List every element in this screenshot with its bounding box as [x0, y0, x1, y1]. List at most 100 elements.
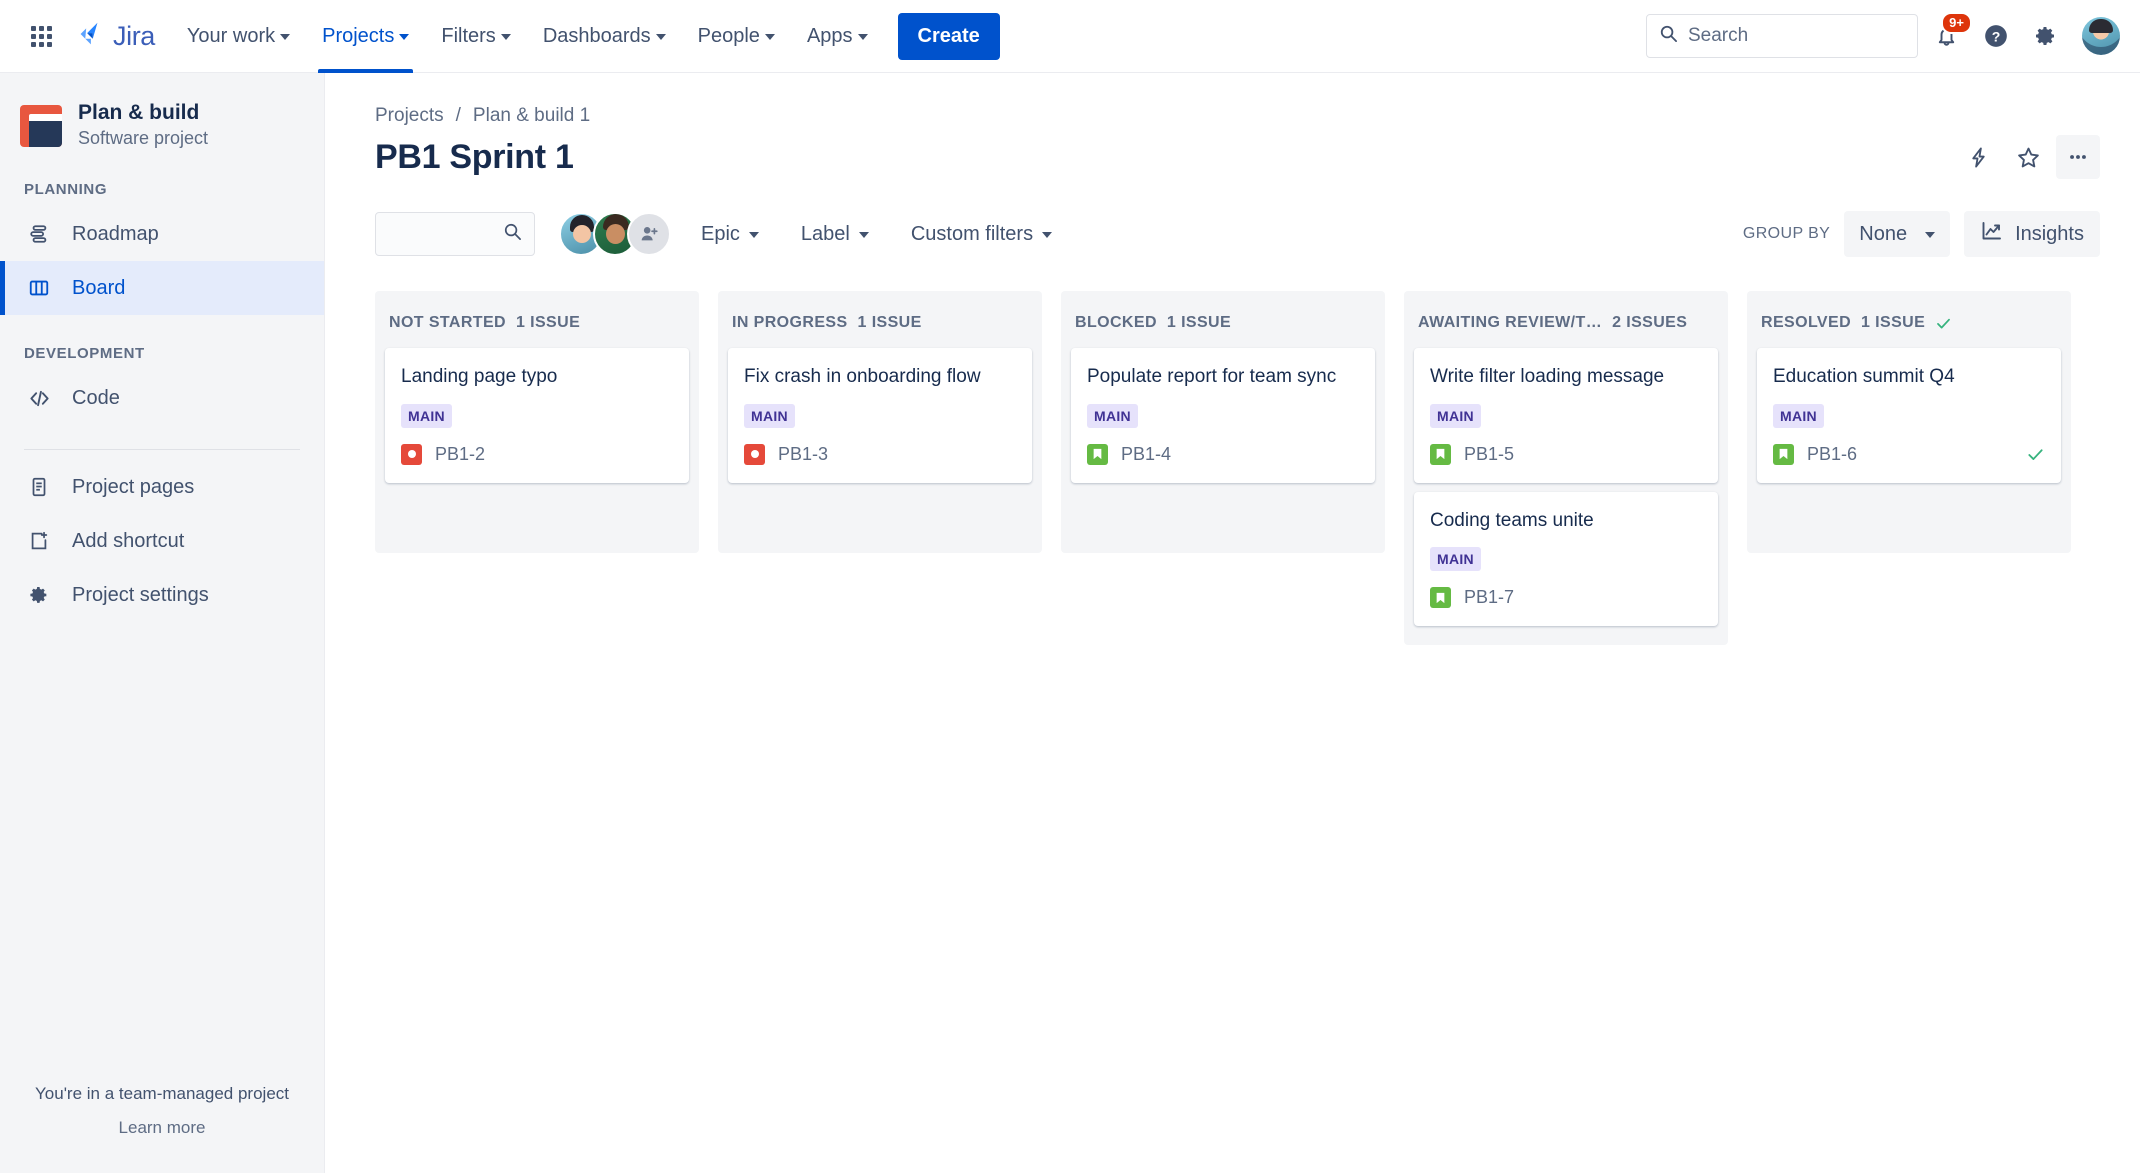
issue-card[interactable]: Coding teams unite MAIN PB1-7: [1414, 491, 1718, 627]
grid-apps-icon[interactable]: [20, 15, 62, 57]
sidebar-item-add-shortcut[interactable]: Add shortcut: [0, 514, 324, 568]
board-column-awaiting-review[interactable]: AWAITING REVIEW/T… 2 ISSUES Write filter…: [1404, 291, 1728, 646]
nav-projects[interactable]: Projects: [308, 14, 423, 73]
sidebar-divider: [24, 449, 300, 451]
nav-dashboards[interactable]: Dashboards: [529, 14, 680, 59]
issue-card[interactable]: Education summit Q4 MAIN PB1-6: [1757, 348, 2061, 483]
issue-epic-lozenge[interactable]: MAIN: [401, 403, 452, 428]
star-icon[interactable]: [2006, 135, 2050, 179]
jira-logo-icon: [74, 19, 104, 54]
filter-epic[interactable]: Epic: [689, 212, 771, 256]
board-toolbar: Epic Label Custom filters GROUP BY None: [375, 211, 2100, 257]
column-header: NOT STARTED 1 ISSUE: [385, 301, 689, 348]
issue-epic-lozenge[interactable]: MAIN: [1087, 403, 1138, 428]
sidebar-item-board[interactable]: Board: [0, 261, 324, 316]
page-title-row: PB1 Sprint 1: [375, 135, 2100, 179]
board-search-input[interactable]: [388, 223, 503, 245]
column-name: AWAITING REVIEW/T…: [1418, 314, 1603, 331]
column-name: RESOLVED: [1761, 314, 1852, 331]
issue-key[interactable]: PB1-4: [1121, 444, 1171, 465]
issue-epic-lozenge[interactable]: MAIN: [744, 403, 795, 428]
project-avatar: [20, 104, 62, 147]
project-name: Plan & build: [78, 101, 200, 124]
chevron-down-icon: [1925, 232, 1936, 238]
gear-icon: [24, 584, 54, 606]
bug-type-icon: [401, 443, 422, 465]
issue-key[interactable]: PB1-6: [1807, 444, 1857, 465]
sidebar-item-project-settings[interactable]: Project settings: [0, 568, 324, 622]
group-by-value: None: [1859, 222, 1908, 245]
board-column-not-started[interactable]: NOT STARTED 1 ISSUE Landing page typo MA…: [375, 291, 699, 553]
issue-title: Coding teams unite: [1430, 509, 1594, 531]
issue-title: Populate report for team sync: [1087, 366, 1337, 387]
issue-key[interactable]: PB1-5: [1464, 444, 1514, 465]
issue-epic-lozenge[interactable]: MAIN: [1430, 547, 1481, 572]
board-column-resolved[interactable]: RESOLVED 1 ISSUE Education summit Q4 MAI…: [1747, 291, 2071, 553]
board-search-box[interactable]: [375, 212, 535, 256]
sidebar-item-project-pages[interactable]: Project pages: [0, 460, 324, 514]
issue-card[interactable]: Populate report for team sync MAIN PB1-4: [1071, 348, 1375, 483]
column-issue-count: 1 ISSUE: [516, 314, 581, 331]
insights-button[interactable]: Insights: [1964, 211, 2100, 257]
group-by-select[interactable]: None: [1844, 211, 1951, 257]
breadcrumb-projects[interactable]: Projects: [375, 105, 444, 127]
issue-card-footer: PB1-6: [1773, 443, 2045, 465]
column-header: AWAITING REVIEW/T… 2 ISSUES: [1414, 301, 1718, 348]
column-done-check-icon: [1935, 315, 1952, 332]
column-issue-count: 1 ISSUE: [1166, 314, 1232, 331]
chevron-down-icon: [858, 232, 869, 238]
user-avatar[interactable]: [2082, 17, 2120, 55]
sidebar-item-project-pages-label: Project pages: [72, 475, 195, 498]
nav-people-label: People: [697, 24, 760, 47]
column-issue-count: 2 ISSUES: [1612, 314, 1688, 331]
toolbar-right-cluster: GROUP BY None Insights: [1743, 211, 2100, 257]
filter-epic-label: Epic: [701, 222, 740, 245]
nav-apps-label: Apps: [806, 24, 853, 47]
board-member-avatars: [559, 212, 671, 256]
global-search-input[interactable]: [1688, 25, 1905, 47]
add-people-icon[interactable]: [627, 212, 671, 256]
issue-key[interactable]: PB1-3: [778, 444, 828, 465]
issue-epic-lozenge[interactable]: MAIN: [1430, 403, 1481, 428]
issue-epic-lozenge[interactable]: MAIN: [1773, 403, 1824, 428]
bug-type-icon: [744, 443, 765, 465]
issue-title: Fix crash in onboarding flow: [744, 366, 981, 387]
column-header: IN PROGRESS 1 ISSUE: [728, 301, 1032, 348]
sidebar-item-code[interactable]: Code: [0, 371, 324, 425]
sidebar-item-board-label: Board: [72, 276, 126, 299]
board-column-in-progress[interactable]: IN PROGRESS 1 ISSUE Fix crash in onboard…: [718, 291, 1042, 553]
help-button[interactable]: ?: [1974, 14, 2018, 58]
filter-label[interactable]: Label: [789, 212, 881, 256]
sidebar-item-roadmap[interactable]: Roadmap: [0, 207, 324, 261]
issue-card[interactable]: Write filter loading message MAIN PB1-5: [1414, 348, 1718, 483]
issue-key[interactable]: PB1-7: [1464, 587, 1514, 608]
issue-card-footer: PB1-2: [401, 443, 673, 465]
lightning-bolt-icon[interactable]: [1956, 135, 2000, 179]
notifications-button[interactable]: 9+: [1924, 12, 1972, 58]
code-brackets-icon: [24, 387, 54, 410]
create-button[interactable]: Create: [897, 12, 1000, 60]
column-name: IN PROGRESS: [732, 314, 848, 331]
nav-people[interactable]: People: [684, 14, 789, 59]
chevron-down-icon: [280, 34, 291, 40]
more-actions-button[interactable]: [2056, 135, 2100, 179]
project-header[interactable]: Plan & build Software project: [0, 73, 324, 151]
nav-your-work[interactable]: Your work: [173, 14, 304, 59]
issue-done-check-icon: [2026, 445, 2045, 464]
notification-count-badge: 9+: [1941, 12, 1972, 34]
global-search-box[interactable]: [1646, 14, 1918, 58]
filter-custom[interactable]: Custom filters: [899, 212, 1064, 256]
breadcrumb-project[interactable]: Plan & build 1: [473, 105, 590, 127]
issue-card-footer: PB1-3: [744, 443, 1016, 465]
learn-more-link[interactable]: Learn more: [119, 1118, 206, 1137]
nav-filters[interactable]: Filters: [427, 14, 524, 59]
issue-card[interactable]: Landing page typo MAIN PB1-2: [385, 348, 689, 483]
issue-key[interactable]: PB1-2: [435, 444, 485, 465]
settings-button[interactable]: [2024, 14, 2068, 58]
board-column-blocked[interactable]: BLOCKED 1 ISSUE Populate report for team…: [1061, 291, 1385, 553]
chevron-down-icon: [764, 34, 775, 40]
nav-apps[interactable]: Apps: [793, 14, 882, 59]
jira-home-link[interactable]: Jira: [74, 19, 155, 54]
insights-chart-icon: [1980, 219, 2004, 249]
issue-card[interactable]: Fix crash in onboarding flow MAIN PB1-3: [728, 348, 1032, 483]
